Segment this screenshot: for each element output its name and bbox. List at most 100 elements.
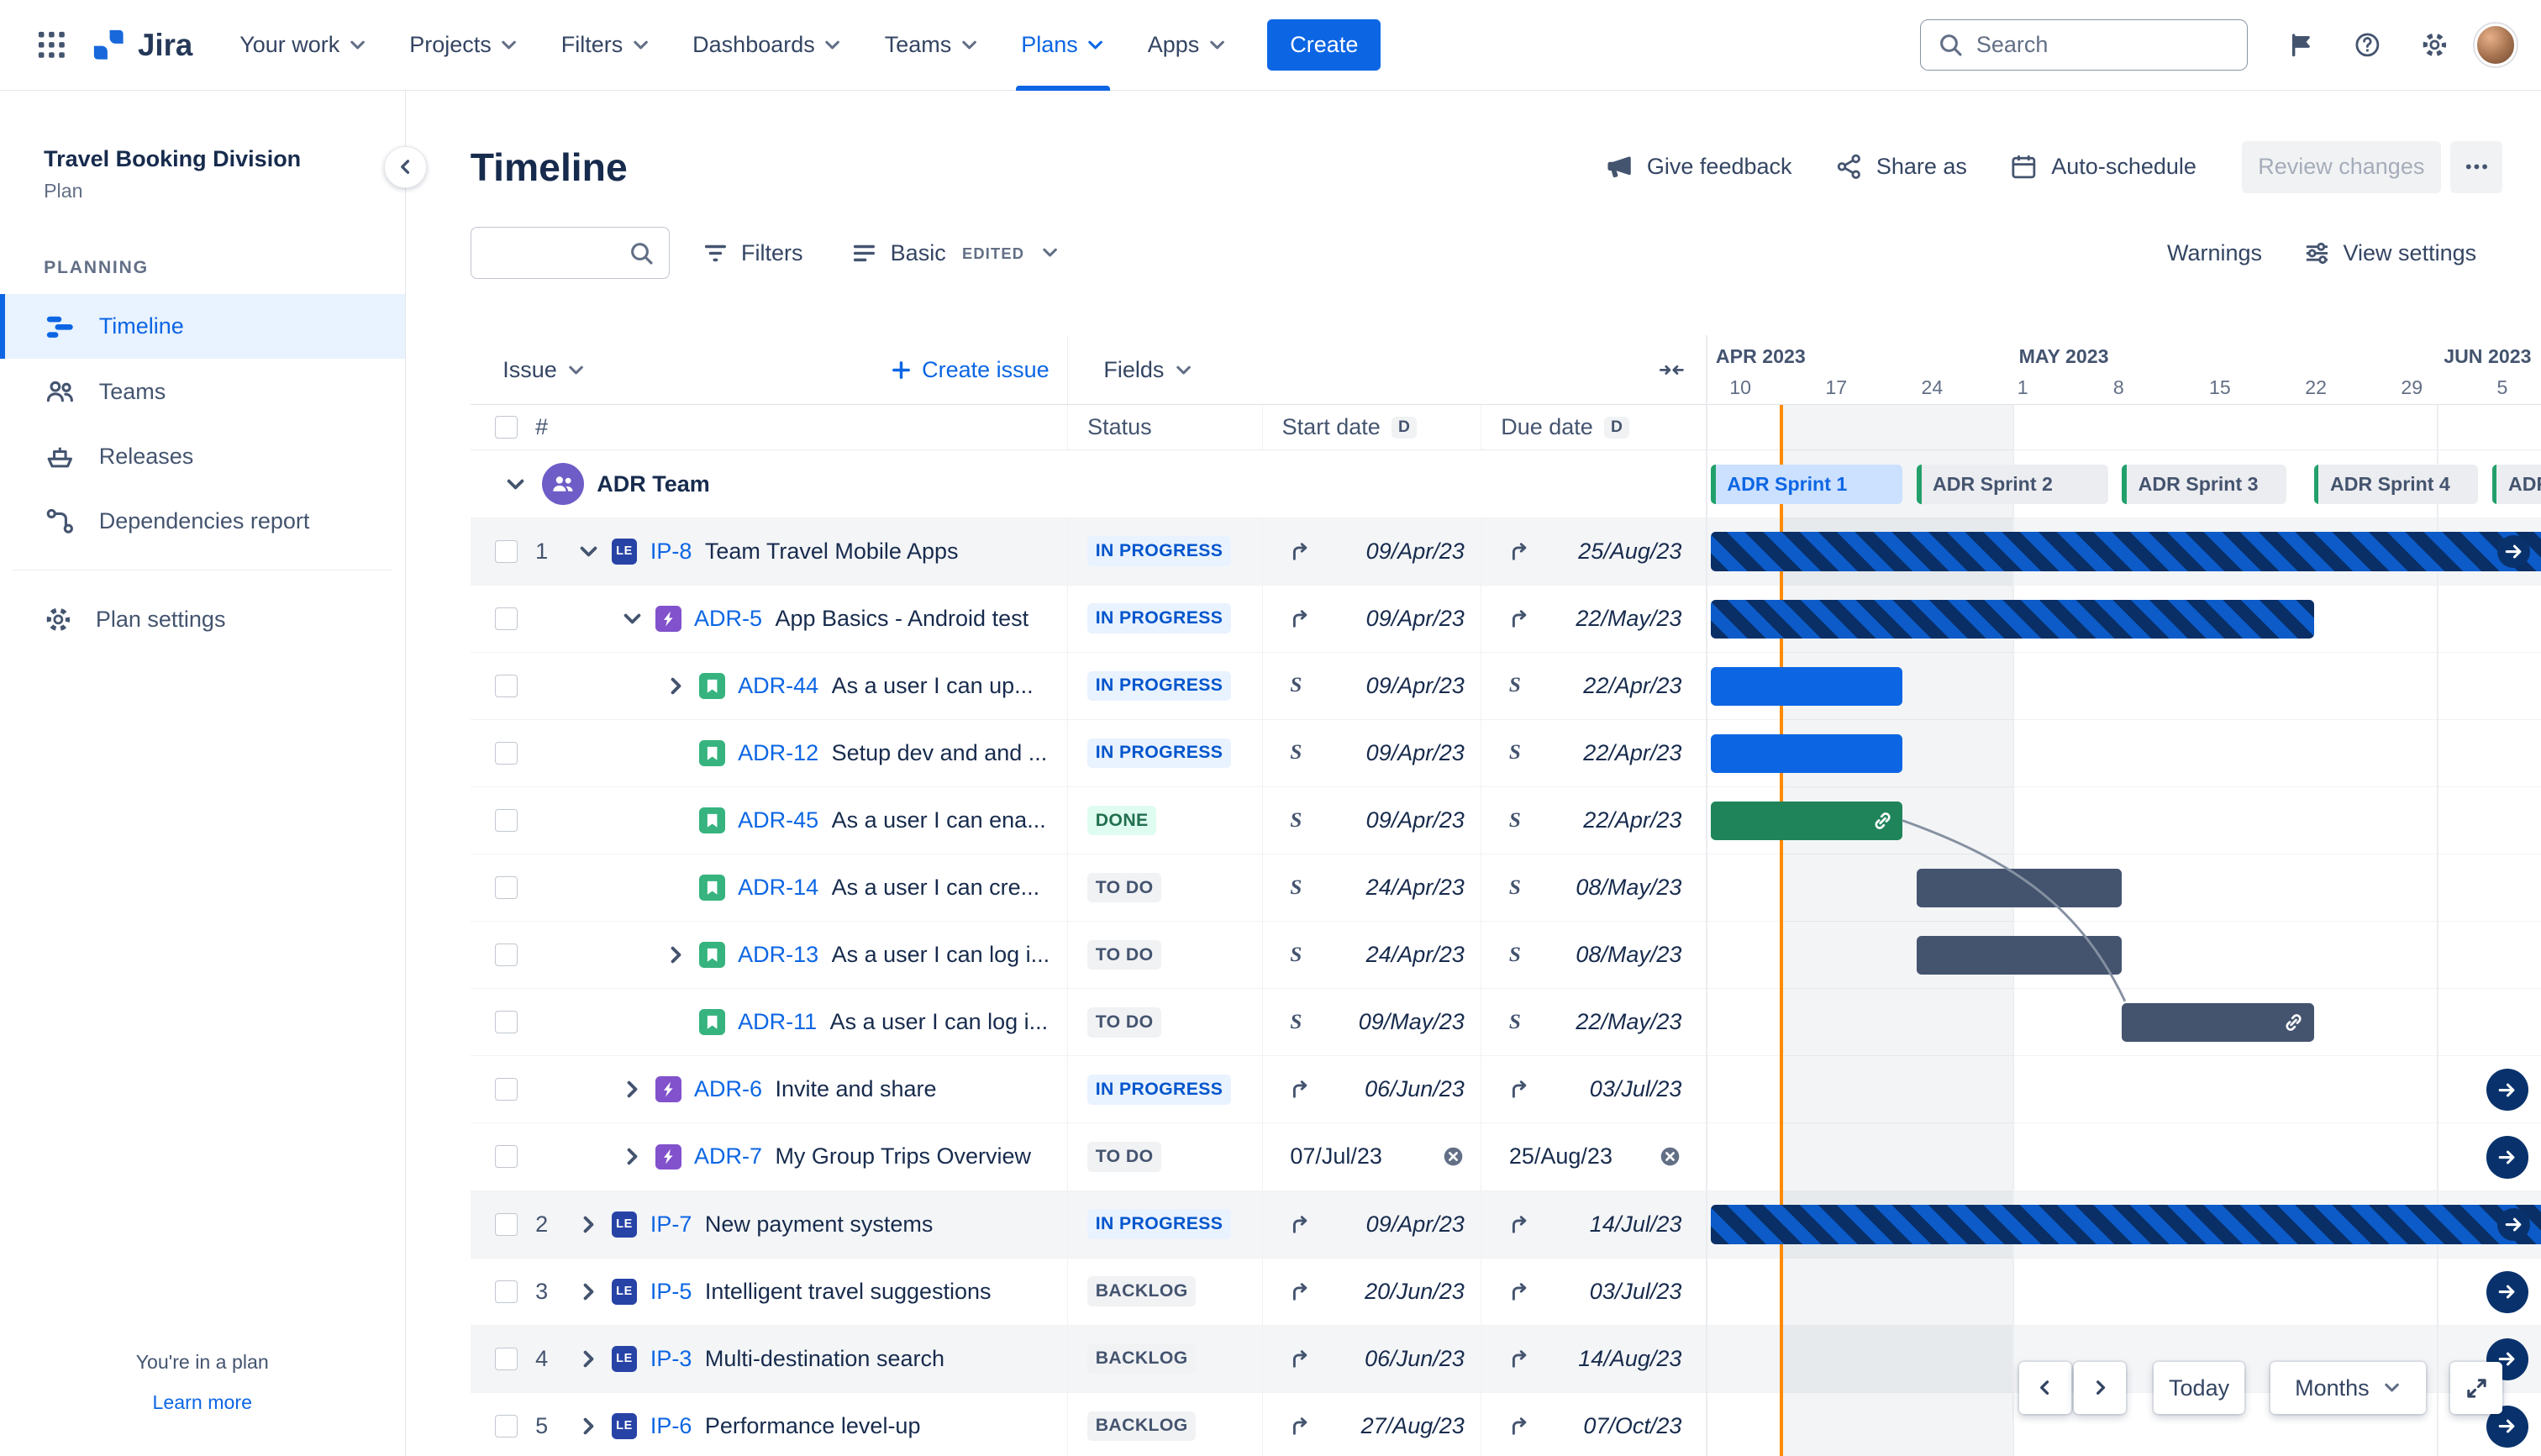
nav-item-filters[interactable]: Filters [540, 0, 671, 91]
app-switcher-button[interactable] [26, 19, 78, 71]
gantt-bar[interactable] [1711, 667, 1902, 706]
user-avatar[interactable] [2475, 24, 2517, 66]
nav-item-dashboards[interactable]: Dashboards [671, 0, 864, 91]
row-checkbox[interactable] [495, 876, 518, 899]
select-all-checkbox[interactable] [495, 416, 518, 439]
issue-key-link[interactable]: IP-5 [650, 1279, 692, 1305]
row-checkbox[interactable] [495, 1280, 518, 1303]
status-lozenge[interactable]: TO DO [1087, 1142, 1161, 1172]
row-checkbox[interactable] [495, 1145, 518, 1168]
expand-toggle[interactable] [619, 1145, 645, 1168]
gantt-bar[interactable] [1711, 532, 2541, 570]
expand-toggle[interactable] [663, 675, 689, 697]
due-date-cell[interactable]: 03/Jul/23 [1481, 1056, 1706, 1122]
fields-column-header[interactable]: Fields [1103, 357, 1193, 383]
sprint-lozenge[interactable]: ADR Sprint 4 [2314, 465, 2479, 503]
gantt-bar[interactable] [1711, 802, 1902, 840]
fullscreen-button[interactable] [2450, 1362, 2502, 1414]
nav-item-plans[interactable]: Plans [1000, 0, 1127, 91]
status-lozenge[interactable]: BACKLOG [1087, 1343, 1196, 1374]
auto-schedule-button[interactable]: Auto-schedule [1993, 141, 2212, 193]
status-lozenge[interactable]: IN PROGRESS [1087, 536, 1231, 566]
timeline-search[interactable] [471, 227, 670, 279]
row-checkbox[interactable] [495, 607, 518, 630]
issue-key-link[interactable]: IP-6 [650, 1413, 692, 1439]
start-date-cell[interactable]: S09/Apr/23 [1262, 787, 1481, 854]
status-lozenge[interactable]: IN PROGRESS [1087, 1075, 1231, 1105]
expand-toggle[interactable] [576, 540, 602, 563]
start-date-cell[interactable]: 09/Apr/23 [1262, 1191, 1481, 1258]
due-date-cell[interactable]: 14/Jul/23 [1481, 1191, 1706, 1258]
global-search-input[interactable] [1976, 32, 2231, 58]
scroll-left-button[interactable] [2019, 1362, 2071, 1414]
issue-key-link[interactable]: ADR-45 [738, 807, 818, 833]
expand-toggle[interactable] [576, 1348, 602, 1370]
start-date-cell[interactable]: 07/Jul/23 [1262, 1123, 1481, 1190]
due-date-cell[interactable]: S08/May/23 [1481, 854, 1706, 921]
sprint-lozenge[interactable]: ADR Sprint 3 [2122, 465, 2286, 503]
issue-key-link[interactable]: ADR-14 [738, 875, 818, 901]
start-date-cell[interactable]: 27/Aug/23 [1262, 1393, 1481, 1456]
offscreen-bar-button[interactable] [2486, 1136, 2528, 1178]
status-lozenge[interactable]: IN PROGRESS [1087, 1209, 1231, 1239]
create-issue-button[interactable]: Create issue [890, 357, 1050, 383]
start-date-cell[interactable]: S09/Apr/23 [1262, 653, 1481, 719]
settings-button[interactable] [2408, 19, 2460, 71]
status-lozenge[interactable]: IN PROGRESS [1087, 603, 1231, 633]
expand-toggle[interactable] [576, 1415, 602, 1438]
issue-key-link[interactable]: ADR-13 [738, 942, 818, 968]
offscreen-bar-button[interactable] [2486, 1271, 2528, 1313]
status-lozenge[interactable]: IN PROGRESS [1087, 739, 1231, 769]
gantt-bar[interactable] [1917, 936, 2123, 975]
sidebar-item-plan-settings[interactable]: Plan settings [0, 587, 405, 652]
start-date-cell[interactable]: S09/Apr/23 [1262, 720, 1481, 786]
sidebar-item-dependencies-report[interactable]: Dependencies report [0, 489, 405, 554]
start-date-cell[interactable]: S24/Apr/23 [1262, 922, 1481, 988]
due-date-cell[interactable]: 25/Aug/23 [1481, 1123, 1706, 1190]
sprint-lozenge[interactable]: ADR Sprint 1 [1711, 465, 1902, 503]
start-date-cell[interactable]: 20/Jun/23 [1262, 1259, 1481, 1325]
start-date-cell[interactable]: 09/Apr/23 [1262, 518, 1481, 585]
row-checkbox[interactable] [495, 809, 518, 832]
issue-key-link[interactable]: IP-8 [650, 539, 692, 565]
view-settings-button[interactable]: View settings [2288, 227, 2493, 279]
sidebar-item-releases[interactable]: Releases [0, 424, 405, 489]
gantt-bar[interactable] [1711, 734, 1902, 773]
gantt-bar[interactable] [2122, 1003, 2313, 1042]
nav-item-your-work[interactable]: Your work [218, 0, 388, 91]
filters-button[interactable]: Filters [686, 227, 818, 279]
expand-toggle[interactable] [502, 473, 529, 496]
gantt-bar[interactable] [1711, 1205, 2541, 1243]
due-date-cell[interactable]: S22/Apr/23 [1481, 787, 1706, 854]
issue-key-link[interactable]: ADR-11 [738, 1009, 817, 1035]
due-date-cell[interactable]: 25/Aug/23 [1481, 518, 1706, 585]
gantt-bar[interactable] [1917, 869, 2123, 907]
expand-toggle[interactable] [619, 1078, 645, 1101]
status-lozenge[interactable]: BACKLOG [1087, 1276, 1196, 1306]
expand-toggle[interactable] [576, 1280, 602, 1303]
learn-more-link[interactable]: Learn more [153, 1391, 252, 1414]
review-changes-button[interactable]: Review changes [2242, 141, 2441, 193]
expand-toggle[interactable] [663, 944, 689, 966]
due-date-cell[interactable]: S22/Apr/23 [1481, 720, 1706, 786]
status-lozenge[interactable]: IN PROGRESS [1087, 671, 1231, 702]
nav-item-projects[interactable]: Projects [388, 0, 540, 91]
warnings-button[interactable]: Warnings [2151, 227, 2279, 279]
row-checkbox[interactable] [495, 540, 518, 563]
due-date-cell[interactable]: 03/Jul/23 [1481, 1259, 1706, 1325]
issue-key-link[interactable]: ADR-44 [738, 673, 818, 699]
start-date-cell[interactable]: S24/Apr/23 [1262, 854, 1481, 921]
bar-continues-arrow[interactable] [2497, 535, 2530, 568]
nav-item-teams[interactable]: Teams [864, 0, 1000, 91]
status-lozenge[interactable]: TO DO [1087, 940, 1161, 970]
start-date-cell[interactable]: S09/May/23 [1262, 989, 1481, 1055]
timeline-search-input[interactable] [486, 240, 629, 266]
bar-continues-arrow[interactable] [2497, 1208, 2530, 1241]
row-checkbox[interactable] [495, 742, 518, 765]
issue-key-link[interactable]: ADR-12 [738, 740, 818, 766]
due-date-cell[interactable]: 14/Aug/23 [1481, 1326, 1706, 1392]
nav-item-apps[interactable]: Apps [1127, 0, 1249, 91]
global-search[interactable] [1920, 19, 2248, 71]
sidebar-item-timeline[interactable]: Timeline [0, 294, 405, 359]
create-button[interactable]: Create [1267, 19, 1381, 71]
